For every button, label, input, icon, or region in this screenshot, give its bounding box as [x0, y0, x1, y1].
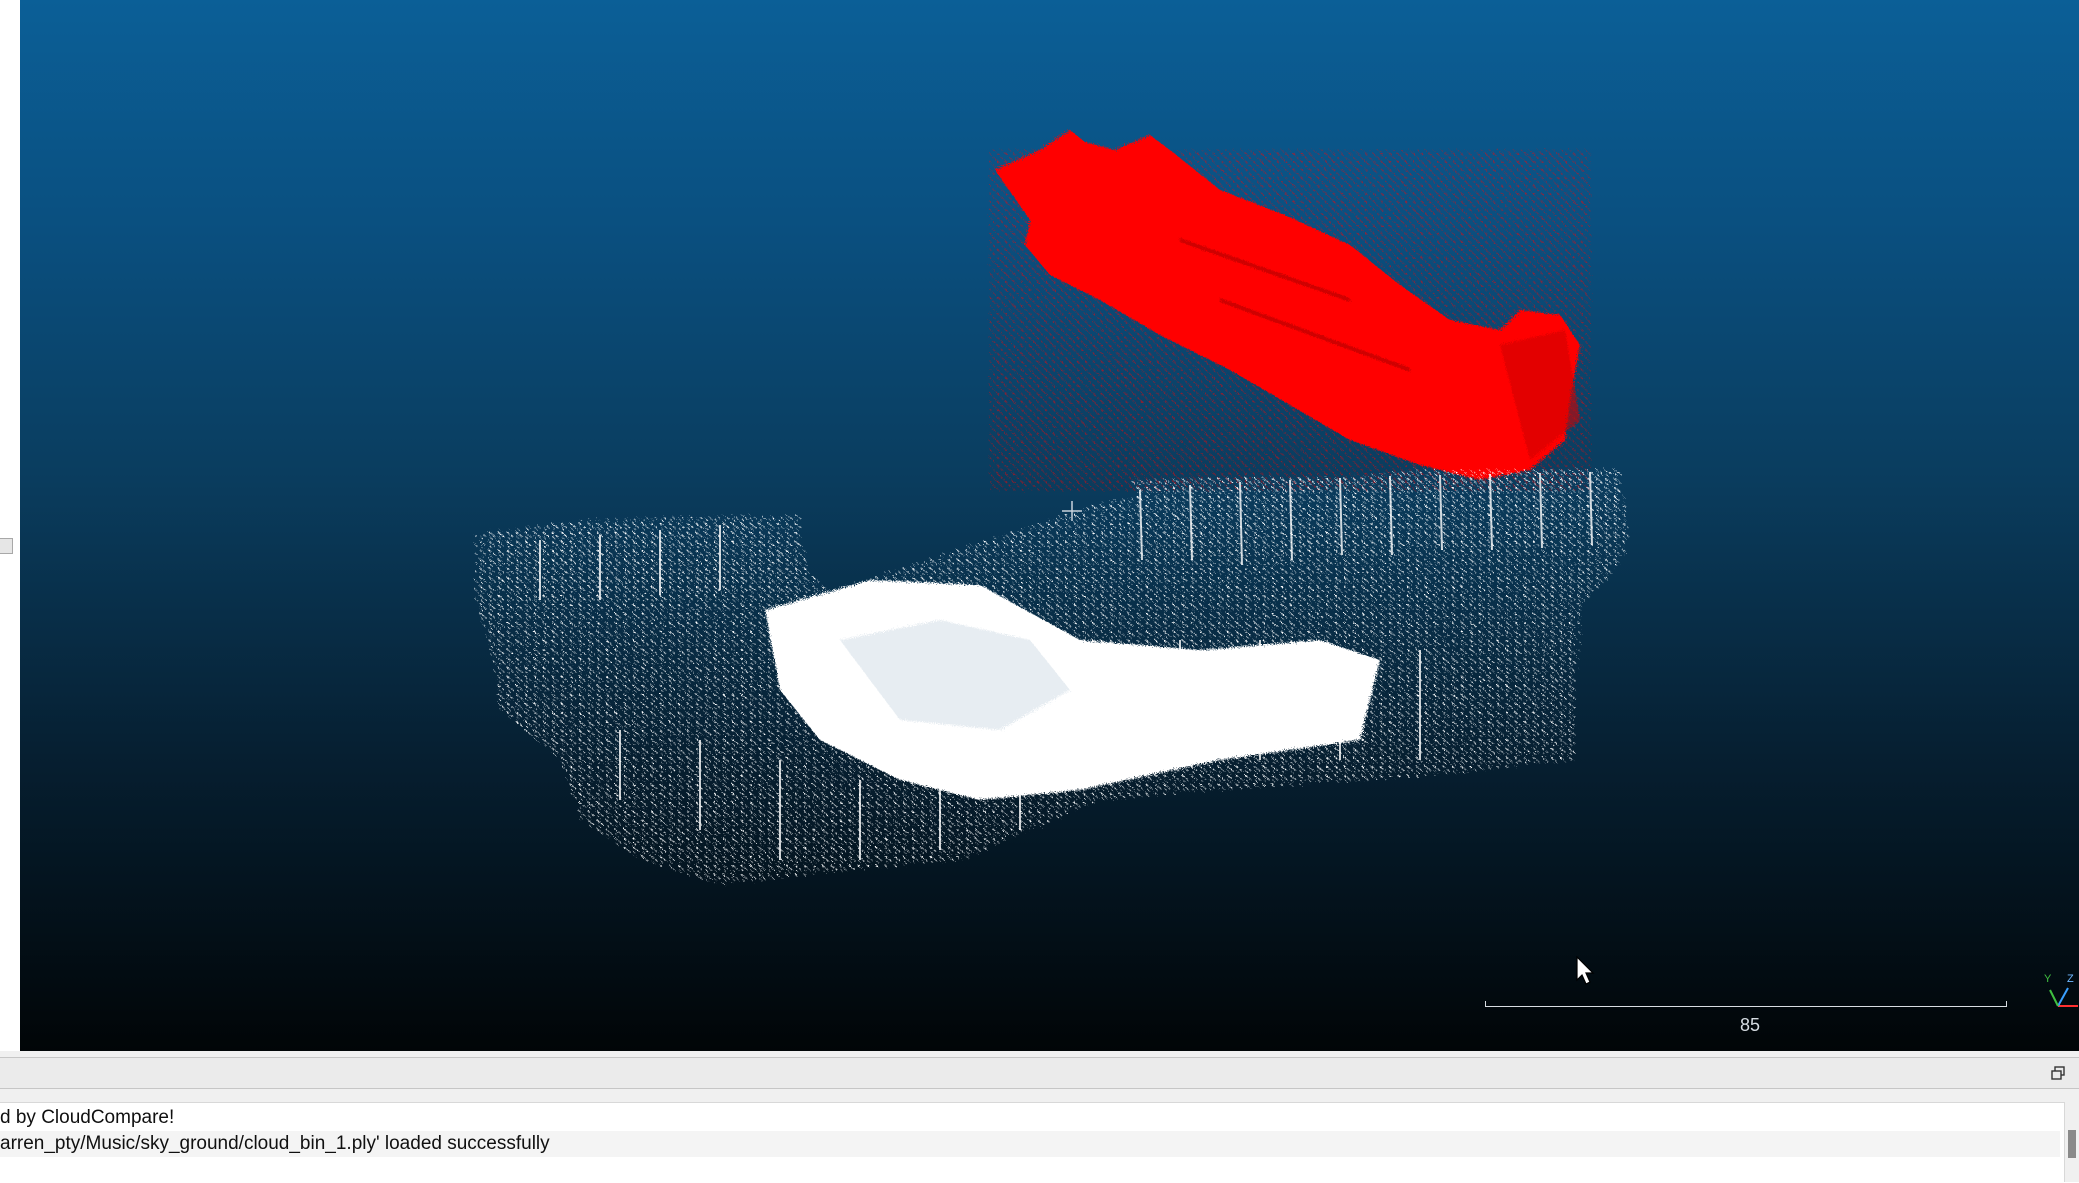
axis-y-label: Y — [2044, 973, 2052, 985]
console-line: arren_pty/Music/sky_ground/cloud_bin_1.p… — [0, 1131, 2060, 1157]
console-scrollbar[interactable] — [2064, 1102, 2079, 1182]
console-line: d by CloudCompare! — [0, 1107, 175, 1128]
point-cloud-scene[interactable] — [20, 0, 2079, 1051]
console-title-bar — [0, 1057, 2079, 1089]
scrollbar-thumb[interactable] — [2068, 1130, 2076, 1158]
red-point-cloud[interactable] — [990, 130, 1590, 490]
restore-window-icon[interactable] — [2051, 1066, 2065, 1080]
scale-bar-label: 85 — [1739, 1015, 1761, 1035]
scale-bar — [1485, 1000, 2007, 1007]
left-dock-panel — [0, 0, 21, 1051]
mouse-cursor-icon — [1576, 956, 1595, 985]
white-point-cloud[interactable] — [475, 470, 1630, 885]
3d-viewport[interactable]: 85 Y Z — [20, 0, 2079, 1051]
axis-triad-icon: Y Z — [2044, 973, 2078, 1007]
axis-z-label: Z — [2067, 973, 2074, 985]
console-panel: d by CloudCompare! arren_pty/Music/sky_g… — [0, 1102, 2079, 1183]
dock-float-icon[interactable] — [0, 538, 13, 554]
